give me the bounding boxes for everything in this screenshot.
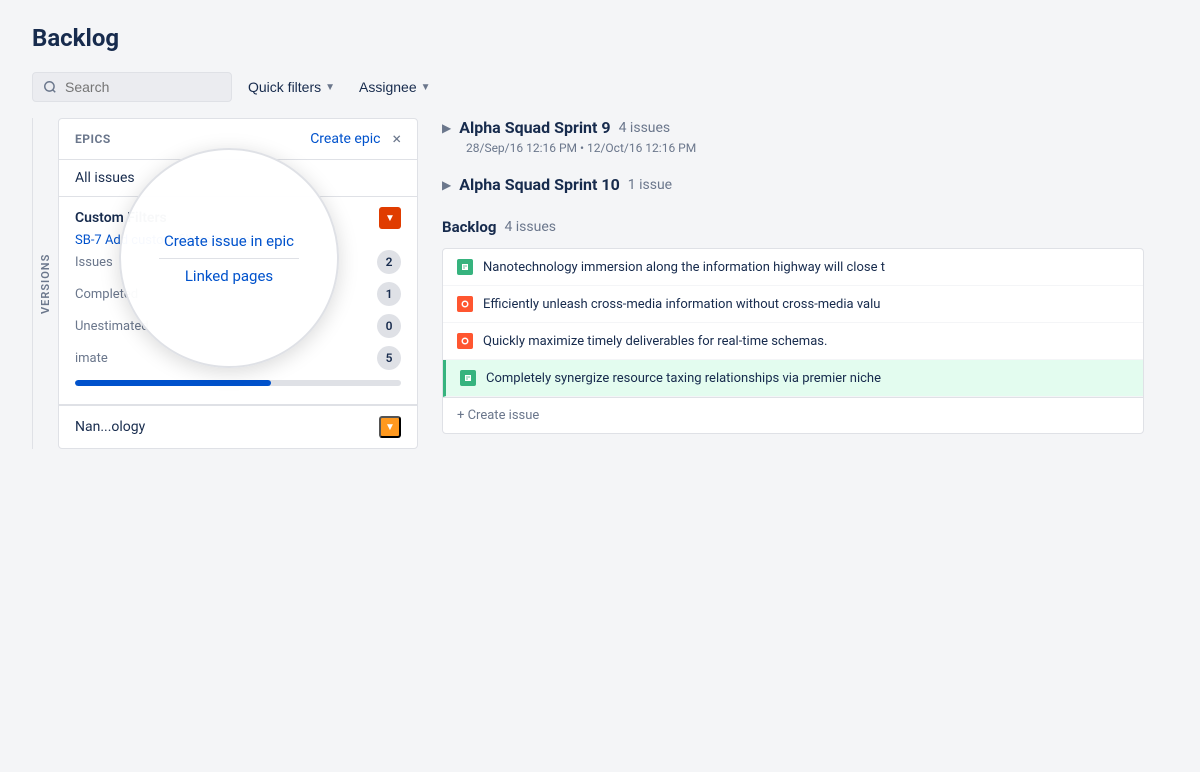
sprint-section-1: ▶ Alpha Squad Sprint 9 4 issues 28/Sep/1… bbox=[442, 118, 1144, 155]
epics-label: EPICS bbox=[75, 132, 111, 146]
issue-icon-bug-2 bbox=[457, 333, 473, 349]
backlog-header: Backlog 4 issues bbox=[442, 218, 1144, 236]
story-icon-svg bbox=[460, 262, 470, 272]
backlog-count: 4 issues bbox=[504, 219, 556, 235]
sprint-section-2: ▶ Alpha Squad Sprint 10 1 issue bbox=[442, 175, 1144, 194]
search-input[interactable] bbox=[65, 79, 221, 95]
page-title: Backlog bbox=[32, 24, 1168, 52]
quick-filters-dropdown[interactable]: Quick filters ▼ bbox=[240, 73, 343, 101]
sprint-title-1: Alpha Squad Sprint 9 bbox=[459, 118, 610, 137]
bug-icon-svg-1 bbox=[460, 299, 470, 309]
sprint-chevron-icon-2[interactable]: ▶ bbox=[442, 178, 451, 192]
assignee-label: Assignee bbox=[359, 79, 417, 95]
issue-icon-story-0 bbox=[457, 259, 473, 275]
sprint-chevron-icon-1[interactable]: ▶ bbox=[442, 121, 451, 135]
issue-text-0: Nanotechnology immersion along the infor… bbox=[483, 260, 885, 275]
progress-bar-container bbox=[75, 380, 401, 386]
sprint-title-2: Alpha Squad Sprint 10 bbox=[459, 175, 620, 194]
sprint-header-1: ▶ Alpha Squad Sprint 9 4 issues bbox=[442, 118, 1144, 137]
nano-item: Nan...ology ▼ bbox=[59, 405, 417, 448]
close-sidebar-button[interactable]: × bbox=[392, 131, 401, 147]
sprint-header-2: ▶ Alpha Squad Sprint 10 1 issue bbox=[442, 175, 1144, 194]
stat-badge-unestimated: 0 bbox=[377, 314, 401, 338]
sidebar: EPICS Create epic × All issues Custom Fi… bbox=[58, 118, 418, 449]
issue-row-2[interactable]: Quickly maximize timely deliverables for… bbox=[443, 323, 1143, 360]
versions-tab[interactable]: VERSIONS bbox=[32, 118, 58, 449]
create-issue-in-epic-link[interactable]: Create issue in epic bbox=[164, 232, 294, 250]
issue-text-3: Completely synergize resource taxing rel… bbox=[486, 371, 881, 386]
issue-icon-bug-1 bbox=[457, 296, 473, 312]
quick-filters-label: Quick filters bbox=[248, 79, 321, 95]
issue-text-1: Efficiently unleash cross-media informat… bbox=[483, 297, 880, 312]
assignee-chevron-icon: ▼ bbox=[421, 82, 431, 93]
main-content: VERSIONS EPICS Create epic × All issues … bbox=[32, 118, 1168, 449]
stat-label-issues: Issues bbox=[75, 255, 113, 270]
issue-text-2: Quickly maximize timely deliverables for… bbox=[483, 334, 827, 349]
stat-label-estimate: imate bbox=[75, 351, 108, 366]
custom-filters-epic: Custom Filters ▼ SB-7 Add custom filters… bbox=[59, 197, 417, 405]
backlog-title: Backlog bbox=[442, 218, 496, 236]
custom-filters-dropdown-btn[interactable]: ▼ bbox=[379, 207, 401, 229]
stat-badge-estimate: 5 bbox=[377, 346, 401, 370]
sprint-count-2: 1 issue bbox=[628, 177, 672, 193]
issue-row-3[interactable]: Completely synergize resource taxing rel… bbox=[443, 360, 1143, 397]
story-icon-svg-3 bbox=[463, 373, 473, 383]
circle-divider bbox=[159, 258, 300, 259]
dropdown-arrow-icon: ▼ bbox=[385, 213, 395, 224]
stat-badge-issues: 2 bbox=[377, 250, 401, 274]
backlog-section: Backlog 4 issues Nanotechnology immersio… bbox=[442, 218, 1144, 434]
nano-label: Nan...ology bbox=[75, 419, 145, 435]
quick-filters-chevron-icon: ▼ bbox=[325, 82, 335, 93]
create-issue-label: + Create issue bbox=[457, 408, 539, 423]
sprint-dates-1: 28/Sep/16 12:16 PM • 12/Oct/16 12:16 PM bbox=[466, 141, 1144, 155]
stat-badge-completed: 1 bbox=[377, 282, 401, 306]
search-box[interactable] bbox=[32, 72, 232, 102]
toolbar: Quick filters ▼ Assignee ▼ bbox=[32, 72, 1168, 102]
issue-row-1[interactable]: Efficiently unleash cross-media informat… bbox=[443, 286, 1143, 323]
create-epic-link[interactable]: Create epic bbox=[310, 131, 380, 147]
create-issue-row[interactable]: + Create issue bbox=[443, 397, 1143, 433]
content-area: ▶ Alpha Squad Sprint 9 4 issues 28/Sep/1… bbox=[418, 118, 1168, 449]
page-wrapper: Backlog Quick filters ▼ Assignee ▼ VERSI… bbox=[0, 0, 1200, 772]
sprint-count-1: 4 issues bbox=[619, 120, 671, 136]
nano-dropdown-arrow-icon: ▼ bbox=[385, 422, 395, 433]
progress-bar-fill bbox=[75, 380, 271, 386]
issue-list: Nanotechnology immersion along the infor… bbox=[442, 248, 1144, 434]
stat-label-unestimated: Unestimated bbox=[75, 319, 149, 334]
sidebar-header-actions: Create epic × bbox=[310, 131, 401, 147]
search-icon bbox=[43, 80, 57, 94]
linked-pages-link[interactable]: Linked pages bbox=[185, 267, 273, 285]
nano-dropdown-btn[interactable]: ▼ bbox=[379, 416, 401, 438]
bug-icon-svg-2 bbox=[460, 336, 470, 346]
context-menu-circle: Create issue in epic Linked pages bbox=[119, 148, 339, 368]
issue-icon-story-3 bbox=[460, 370, 476, 386]
assignee-dropdown[interactable]: Assignee ▼ bbox=[351, 73, 439, 101]
issue-row-0[interactable]: Nanotechnology immersion along the infor… bbox=[443, 249, 1143, 286]
